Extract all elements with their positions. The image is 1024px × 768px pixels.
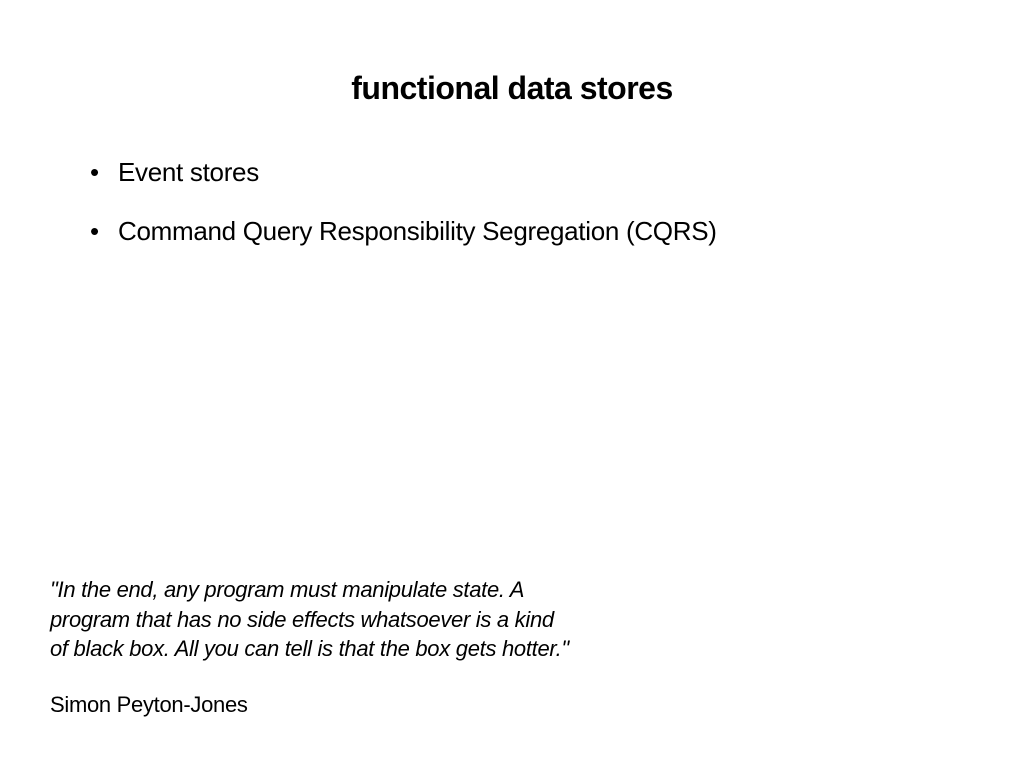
slide-title: functional data stores	[50, 70, 974, 107]
quote-block: "In the end, any program must manipulate…	[50, 575, 570, 718]
bullet-list: Event stores Command Query Responsibilit…	[50, 157, 974, 247]
quote-text: "In the end, any program must manipulate…	[50, 575, 570, 664]
slide: functional data stores Event stores Comm…	[0, 0, 1024, 768]
quote-author: Simon Peyton-Jones	[50, 692, 570, 718]
bullet-item: Event stores	[90, 157, 974, 188]
bullet-item: Command Query Responsibility Segregation…	[90, 216, 974, 247]
